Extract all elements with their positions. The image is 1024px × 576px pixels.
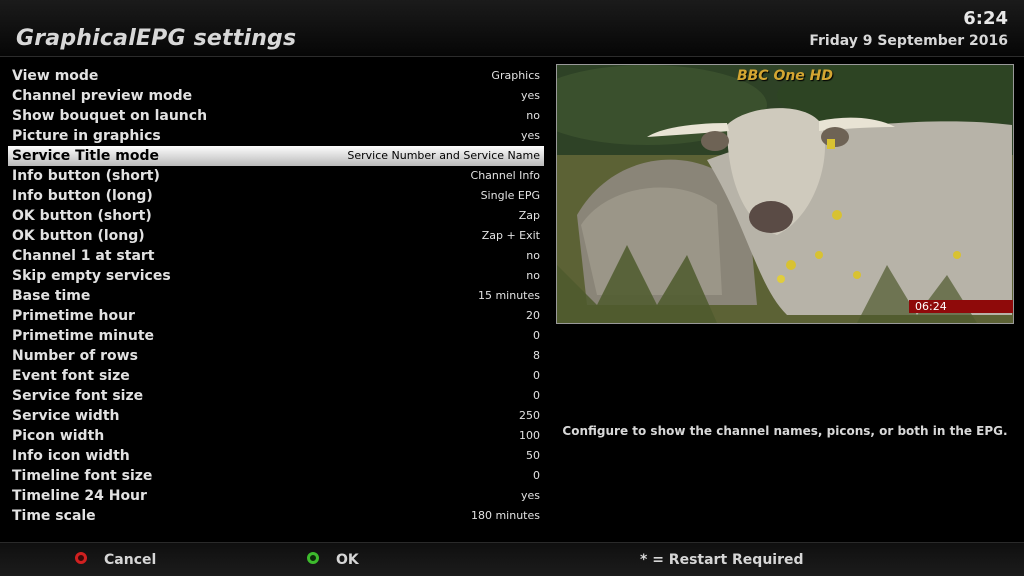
setting-row[interactable]: Primetime minute 0: [8, 326, 544, 346]
page-title: GraphicalEPG settings: [16, 26, 297, 51]
setting-value: 15 minutes: [477, 289, 540, 302]
channel-name: BBC One HD: [736, 68, 834, 84]
setting-label: Timeline font size: [12, 468, 153, 484]
setting-value: no: [526, 269, 540, 282]
red-circle-icon[interactable]: [75, 552, 87, 564]
setting-value: Zap: [518, 209, 540, 222]
setting-label: Time scale: [12, 508, 96, 524]
setting-value: yes: [520, 129, 540, 142]
setting-label: Picture in graphics: [12, 128, 161, 144]
setting-row[interactable]: Info button (short) Channel Info: [8, 166, 544, 186]
setting-label: Service Title mode: [12, 148, 160, 164]
setting-row[interactable]: Skip empty services no: [8, 266, 544, 286]
setting-row[interactable]: Service font size 0: [8, 386, 544, 406]
settings-list: View mode Graphics Channel preview mode yes…: [8, 66, 544, 526]
footer: Cancel OK * = Restart Required: [0, 542, 1024, 576]
setting-value: 0: [533, 469, 540, 482]
header: GraphicalEPG settings 6:24 Friday 9 Sept…: [0, 0, 1024, 57]
setting-label: Info icon width: [12, 448, 130, 464]
setting-row[interactable]: Service width 250: [8, 406, 544, 426]
setting-row[interactable]: OK button (short) Zap: [8, 206, 544, 226]
restart-note: * = Restart Required: [640, 552, 804, 568]
setting-value: Zap + Exit: [481, 229, 540, 242]
green-circle-icon[interactable]: [307, 552, 319, 564]
setting-value: 8: [533, 349, 540, 362]
setting-label: Channel preview mode: [12, 88, 193, 104]
setting-label: OK button (short): [12, 208, 152, 224]
setting-label: Primetime hour: [12, 308, 135, 324]
setting-label: Service width: [12, 408, 120, 424]
setting-label: Service font size: [12, 388, 144, 404]
setting-row[interactable]: Channel preview mode yes: [8, 86, 544, 106]
setting-value: 0: [533, 329, 540, 342]
setting-row[interactable]: View mode Graphics: [8, 66, 544, 86]
preview-picture: [557, 65, 1013, 323]
setting-label: Picon width: [12, 428, 105, 444]
setting-row[interactable]: Number of rows 8: [8, 346, 544, 366]
setting-label: Primetime minute: [12, 328, 155, 344]
setting-value: 0: [533, 389, 540, 402]
setting-row[interactable]: Show bouquet on launch no: [8, 106, 544, 126]
setting-value: Channel Info: [470, 169, 540, 182]
setting-row[interactable]: Time scale 180 minutes: [8, 506, 544, 526]
setting-label: Channel 1 at start: [12, 248, 155, 264]
cancel-button[interactable]: Cancel: [104, 543, 156, 576]
setting-value: no: [526, 109, 540, 122]
setting-value: 100: [519, 429, 540, 442]
setting-value: Graphics: [491, 69, 540, 82]
setting-label: Event font size: [12, 368, 130, 384]
setting-label: Number of rows: [12, 348, 138, 364]
screen: GraphicalEPG settings 6:24 Friday 9 Sept…: [0, 0, 1024, 576]
setting-label: View mode: [12, 68, 99, 84]
setting-row[interactable]: Info button (long) Single EPG: [8, 186, 544, 206]
setting-value: 50: [526, 449, 540, 462]
setting-row[interactable]: Picture in graphics yes: [8, 126, 544, 146]
setting-row[interactable]: Base time 15 minutes: [8, 286, 544, 306]
setting-row[interactable]: Channel 1 at start no: [8, 246, 544, 266]
setting-label: Base time: [12, 288, 91, 304]
setting-value: 0: [533, 369, 540, 382]
setting-label: Timeline 24 Hour: [12, 488, 147, 504]
setting-value: no: [526, 249, 540, 262]
preview-time-bar: 06:24: [909, 300, 1013, 313]
setting-value: 250: [519, 409, 540, 422]
setting-value: yes: [520, 89, 540, 102]
setting-label: Skip empty services: [12, 268, 171, 284]
setting-label: OK button (long): [12, 228, 145, 244]
clock: 6:24: [963, 8, 1008, 29]
setting-row[interactable]: Picon width 100: [8, 426, 544, 446]
ok-button[interactable]: OK: [336, 543, 359, 576]
setting-label: Info button (long): [12, 188, 153, 204]
setting-description: Configure to show the channel names, pic…: [562, 424, 1008, 438]
setting-row[interactable]: Timeline font size 0: [8, 466, 544, 486]
setting-row[interactable]: Info icon width 50: [8, 446, 544, 466]
setting-value: 180 minutes: [470, 509, 540, 522]
setting-value: Service Number and Service Name: [347, 149, 540, 162]
setting-row[interactable]: OK button (long) Zap + Exit: [8, 226, 544, 246]
setting-value: Single EPG: [480, 189, 540, 202]
setting-value: 20: [526, 309, 540, 322]
channel-preview: BBC One HD 06:24: [556, 64, 1014, 324]
setting-value: yes: [520, 489, 540, 502]
setting-row[interactable]: Event font size 0: [8, 366, 544, 386]
setting-row[interactable]: Primetime hour 20: [8, 306, 544, 326]
setting-row[interactable]: Timeline 24 Hour yes: [8, 486, 544, 506]
setting-label: Show bouquet on launch: [12, 108, 208, 124]
setting-label: Info button (short): [12, 168, 160, 184]
setting-row[interactable]: Service Title mode Service Number and Ser…: [8, 146, 544, 166]
date: Friday 9 September 2016: [809, 33, 1008, 49]
